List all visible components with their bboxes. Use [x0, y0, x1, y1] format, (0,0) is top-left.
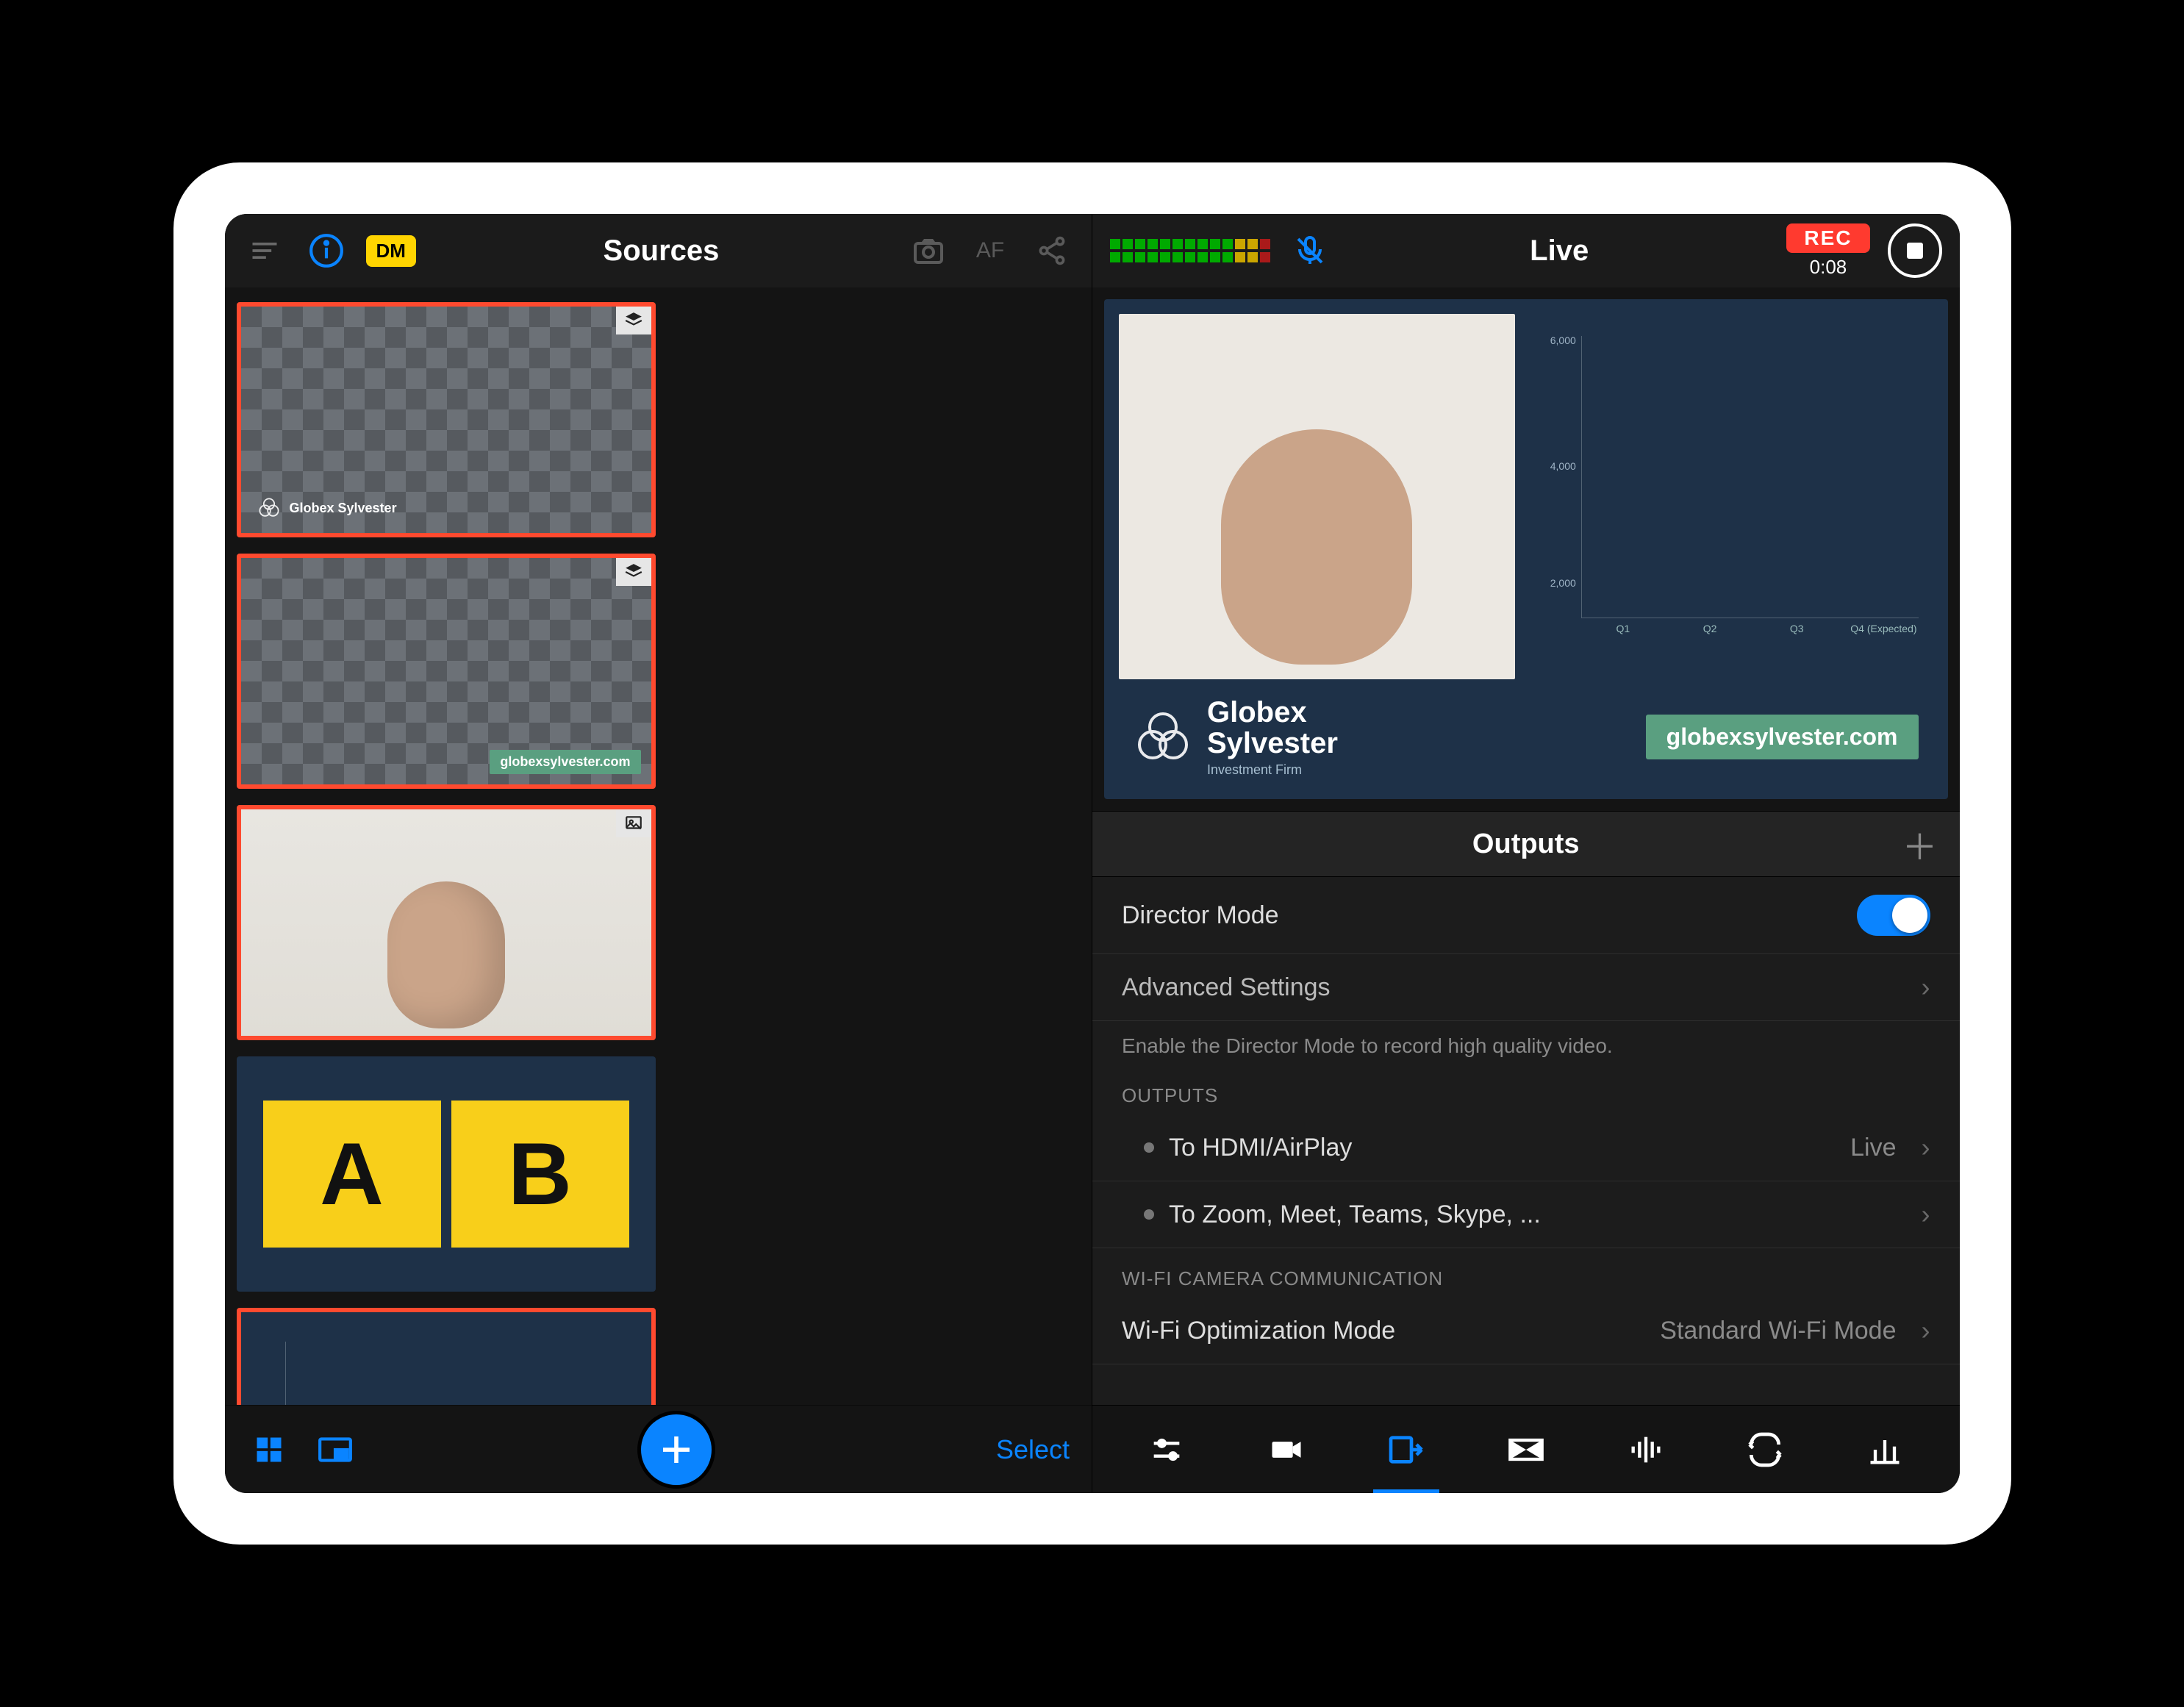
- live-bottombar: [1092, 1405, 1960, 1493]
- brand-line2: Sylvester: [1207, 728, 1338, 759]
- live-title: Live: [1530, 235, 1589, 268]
- tab-audio-icon[interactable]: [1620, 1424, 1672, 1475]
- tab-video-icon[interactable]: [1261, 1424, 1312, 1475]
- grid-view-icon[interactable]: [247, 1428, 291, 1472]
- stop-record-button[interactable]: [1888, 223, 1942, 278]
- row-hdmi-airplay[interactable]: To HDMI/AirPlay Live ›: [1092, 1114, 1960, 1181]
- outputs-panel: Outputs ＋ Director Mode Advanced Setting…: [1092, 811, 1960, 1405]
- chevron-right-icon: ›: [1922, 1132, 1930, 1163]
- brand-line3: Investment Firm: [1207, 763, 1338, 777]
- hdmi-value: Live: [1850, 1134, 1896, 1162]
- add-source-button[interactable]: [641, 1414, 712, 1485]
- audio-meter: [1110, 239, 1270, 262]
- autofocus-icon[interactable]: AF: [968, 229, 1012, 273]
- layers-icon: [616, 307, 651, 334]
- brand-url: globexsylvester.com: [1646, 715, 1919, 759]
- live-camera-tile: [1119, 314, 1515, 679]
- select-button[interactable]: Select: [996, 1434, 1070, 1465]
- app-screen: DM Sources AF: [225, 214, 1960, 1493]
- sources-bottombar: Select: [225, 1405, 1092, 1493]
- wifi-mode-value: Standard Wi-Fi Mode: [1660, 1317, 1896, 1345]
- live-lower-third: Globex Sylvester Investment Firm globexs…: [1104, 687, 1948, 799]
- ab-box-b: B: [451, 1101, 629, 1248]
- source-thumb-ab[interactable]: A B: [237, 1056, 656, 1292]
- section-wifi-title: WI-FI CAMERA COMMUNICATION: [1092, 1248, 1960, 1298]
- sources-column: DM Sources AF: [225, 214, 1093, 1493]
- source-thumb-overlay-logo[interactable]: Globex Sylvester: [237, 302, 656, 537]
- chevron-right-icon: ›: [1922, 1315, 1930, 1346]
- image-icon: [616, 809, 651, 837]
- info-icon[interactable]: [304, 229, 348, 273]
- director-mode-toggle[interactable]: [1857, 895, 1930, 936]
- live-topbar: Live REC 0:08: [1092, 214, 1960, 287]
- tab-output-icon[interactable]: [1381, 1424, 1432, 1475]
- outputs-header: Outputs ＋: [1092, 811, 1960, 877]
- status-dot: [1144, 1209, 1154, 1220]
- overlay-url-pill: globexsylvester.com: [490, 750, 640, 774]
- director-mode-helper: Enable the Director Mode to record high …: [1092, 1021, 1960, 1065]
- pip-view-icon[interactable]: [313, 1428, 357, 1472]
- sources-grid: Globex Sylvester globexsylvester.com: [225, 287, 1092, 1405]
- tab-stats-icon[interactable]: [1859, 1424, 1911, 1475]
- chevron-right-icon: ›: [1922, 1199, 1930, 1230]
- row-wifi-optimization[interactable]: Wi-Fi Optimization Mode Standard Wi-Fi M…: [1092, 1298, 1960, 1364]
- tab-loop-icon[interactable]: [1739, 1424, 1791, 1475]
- section-outputs-title: OUTPUTS: [1092, 1065, 1960, 1114]
- menu-icon[interactable]: [243, 229, 287, 273]
- live-preview[interactable]: 6,000 4,000 2,000 Q1Q2Q3Q4 (Expected) Gl…: [1104, 299, 1948, 799]
- row-director-mode[interactable]: Director Mode: [1092, 877, 1960, 954]
- brand-line1: Globex: [1207, 697, 1338, 728]
- live-column: Live REC 0:08 6,000 4,000: [1092, 214, 1960, 1493]
- rec-timer: 0:08: [1810, 256, 1847, 279]
- tab-sliders-icon[interactable]: [1141, 1424, 1192, 1475]
- row-zoom-etc[interactable]: To Zoom, Meet, Teams, Skype, ... ›: [1092, 1181, 1960, 1248]
- sources-topbar: DM Sources AF: [225, 214, 1092, 287]
- status-dot: [1144, 1142, 1154, 1153]
- source-thumb-chart[interactable]: Q1Q2Q3Q4 (Expected): [237, 1308, 656, 1405]
- tab-transition-icon[interactable]: [1500, 1424, 1552, 1475]
- row-advanced-settings[interactable]: Advanced Settings ›: [1092, 954, 1960, 1021]
- chevron-right-icon: ›: [1922, 972, 1930, 1003]
- camera-icon[interactable]: [906, 229, 950, 273]
- add-output-button[interactable]: ＋: [1902, 818, 1937, 870]
- sources-title: Sources: [604, 235, 720, 268]
- chart-thumbnail: Q1Q2Q3Q4 (Expected): [241, 1312, 651, 1405]
- layers-icon: [616, 558, 651, 586]
- source-thumb-overlay-url[interactable]: globexsylvester.com: [237, 554, 656, 789]
- ab-box-a: A: [263, 1101, 441, 1248]
- share-icon[interactable]: [1030, 229, 1074, 273]
- source-thumb-camera-presenter[interactable]: [237, 805, 656, 1040]
- mic-muted-icon[interactable]: [1288, 229, 1332, 273]
- live-chart-tile: 6,000 4,000 2,000 Q1Q2Q3Q4 (Expected): [1537, 314, 1933, 679]
- dm-badge[interactable]: DM: [366, 235, 416, 267]
- tablet-frame: DM Sources AF: [173, 162, 2011, 1545]
- rec-badge: REC: [1786, 223, 1869, 253]
- overlay-brand-logo: Globex Sylvester: [256, 495, 397, 521]
